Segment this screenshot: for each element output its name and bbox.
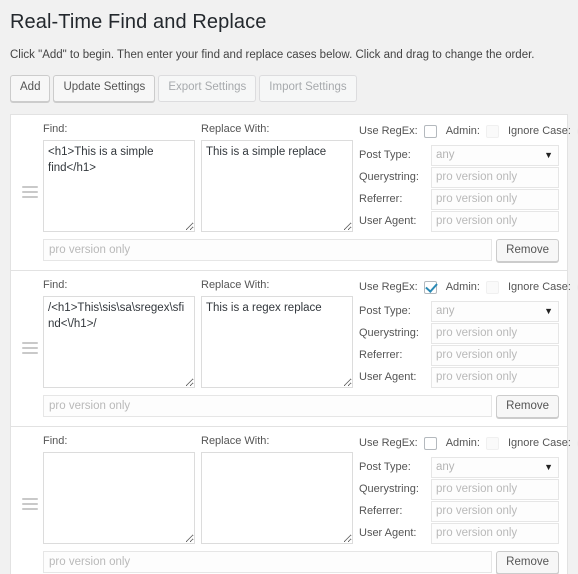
replace-column: Replace With:	[201, 435, 353, 544]
post-type-label: Post Type:	[359, 149, 411, 162]
remove-button[interactable]: Remove	[496, 394, 559, 418]
post-type-label: Post Type:	[359, 305, 411, 318]
rule-row: Find: Replace With: Use RegEx: Admin:	[10, 113, 578, 270]
find-textarea[interactable]	[43, 295, 195, 388]
user-agent-input[interactable]	[431, 522, 559, 544]
update-settings-button-top[interactable]: Update Settings	[53, 75, 156, 102]
find-textarea[interactable]	[43, 451, 195, 544]
extra-input[interactable]	[43, 551, 493, 574]
page-intro-text: Click "Add" to begin. Then enter your fi…	[10, 49, 535, 61]
user-agent-label: User Agent:	[359, 371, 417, 384]
use-regex-label: Use RegEx:	[359, 281, 418, 294]
extra-input[interactable]	[43, 239, 493, 262]
options-column: Use RegEx: Admin: Ignore Case: Post Type…	[359, 123, 578, 233]
find-textarea[interactable]	[43, 139, 195, 232]
referrer-label: Referrer:	[359, 349, 403, 362]
querystring-label: Querystring:	[359, 171, 419, 184]
replace-label: Replace With:	[201, 278, 270, 291]
page-wrapper: Real-Time Find and Replace Click "Add" t…	[0, 0, 578, 574]
rule-body: Find: Replace With: Use RegEx: Admin:	[43, 435, 578, 574]
find-column: Find:	[43, 435, 195, 544]
admin-checkbox[interactable]	[485, 124, 499, 138]
querystring-input[interactable]	[431, 322, 559, 344]
ignore-case-label: Ignore Case:	[507, 281, 571, 294]
options-column: Use RegEx: Admin: Ignore Case: Post Type…	[359, 435, 578, 545]
replace-column: Replace With:	[201, 123, 353, 232]
user-agent-input[interactable]	[431, 366, 559, 388]
use-regex-label: Use RegEx:	[359, 437, 418, 450]
ignore-case-label: Ignore Case:	[507, 437, 571, 450]
referrer-input[interactable]	[431, 500, 559, 522]
find-label: Find:	[43, 434, 68, 447]
querystring-input[interactable]	[431, 166, 559, 188]
export-settings-button[interactable]: Export Settings	[158, 75, 257, 102]
replace-column: Replace With:	[201, 279, 353, 388]
user-agent-label: User Agent:	[359, 215, 417, 228]
find-column: Find:	[43, 123, 195, 232]
find-label: Find:	[43, 278, 68, 291]
replace-label: Replace With:	[201, 434, 270, 447]
drag-handle-icon[interactable]	[17, 279, 43, 418]
post-type-label: Post Type:	[359, 461, 411, 474]
referrer-label: Referrer:	[359, 505, 403, 518]
use-regex-label: Use RegEx:	[359, 125, 418, 138]
querystring-label: Querystring:	[359, 327, 419, 340]
add-button-top[interactable]: Add	[10, 75, 51, 102]
use-regex-checkbox[interactable]	[423, 124, 437, 138]
drag-handle-icon[interactable]	[17, 435, 43, 574]
admin-checkbox[interactable]	[485, 280, 499, 294]
post-type-select[interactable]	[431, 300, 559, 322]
rule-row: Find: Replace With: Use RegEx: Admin:	[10, 269, 578, 426]
rule-row: Find: Replace With: Use RegEx: Admin:	[10, 425, 578, 574]
post-type-select[interactable]	[431, 144, 559, 166]
replace-textarea[interactable]	[201, 139, 353, 232]
find-label: Find:	[43, 122, 68, 135]
find-column: Find:	[43, 279, 195, 388]
remove-button[interactable]: Remove	[496, 238, 559, 262]
use-regex-checkbox[interactable]	[423, 436, 437, 450]
referrer-input[interactable]	[431, 344, 559, 366]
user-agent-label: User Agent:	[359, 527, 417, 540]
admin-checkbox[interactable]	[485, 436, 499, 450]
replace-label: Replace With:	[201, 122, 270, 135]
page-title: Real-Time Find and Replace	[10, 11, 267, 33]
ignore-case-label: Ignore Case:	[507, 125, 571, 138]
replace-textarea[interactable]	[201, 451, 353, 544]
options-column: Use RegEx: Admin: Ignore Case: Post Type…	[359, 279, 578, 389]
post-type-select[interactable]	[431, 456, 559, 478]
referrer-label: Referrer:	[359, 193, 403, 206]
top-toolbar: Add Update Settings Export Settings Impo…	[10, 75, 568, 102]
admin-label: Admin:	[445, 281, 480, 294]
rules-list: Find: Replace With: Use RegEx: Admin:	[10, 113, 578, 574]
querystring-label: Querystring:	[359, 483, 419, 496]
admin-label: Admin:	[445, 125, 480, 138]
user-agent-input[interactable]	[431, 210, 559, 232]
querystring-input[interactable]	[431, 478, 559, 500]
referrer-input[interactable]	[431, 188, 559, 210]
replace-textarea[interactable]	[201, 295, 353, 388]
extra-input[interactable]	[43, 395, 493, 418]
drag-handle-icon[interactable]	[17, 123, 43, 262]
rule-body: Find: Replace With: Use RegEx: Admin:	[43, 279, 578, 418]
use-regex-checkbox[interactable]	[423, 280, 437, 294]
remove-button[interactable]: Remove	[496, 550, 559, 574]
rule-body: Find: Replace With: Use RegEx: Admin:	[43, 123, 578, 262]
admin-label: Admin:	[445, 437, 480, 450]
import-settings-button[interactable]: Import Settings	[259, 75, 357, 102]
